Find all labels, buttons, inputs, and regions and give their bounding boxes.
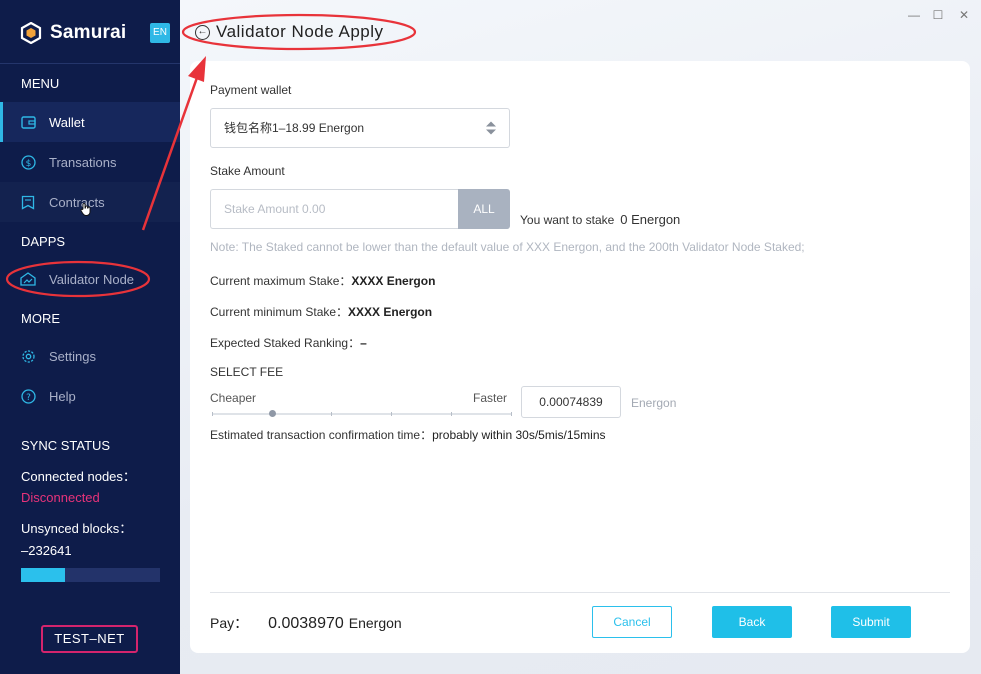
slider-tick <box>391 412 392 416</box>
pay-unit: Energon <box>348 615 402 631</box>
sidebar-divider <box>0 63 180 64</box>
sync-progress-fill <box>21 568 66 582</box>
submit-button[interactable]: Submit <box>831 606 911 638</box>
min-stake-row: Current minimum Stake：XXXX Energon <box>210 303 432 320</box>
select-fee-label: SELECT FEE <box>210 365 284 379</box>
min-stake-value: XXXX Energon <box>348 305 433 319</box>
slider-tick <box>212 412 213 416</box>
confirm-time-value: probably within 30s/5mis/15mins <box>432 428 606 442</box>
sync-progress-bar <box>21 568 160 582</box>
sidebar-item-label: Settings <box>49 348 96 364</box>
sync-status-title: SYNC STATUS <box>21 438 111 453</box>
confirm-time-label: Estimated transaction confirmation time： <box>210 428 433 442</box>
sort-arrows-icon <box>486 121 496 135</box>
want-to-stake-label: You want to stake <box>520 213 615 227</box>
close-button[interactable]: ✕ <box>956 8 972 22</box>
more-section-label: MORE <box>21 311 60 326</box>
faster-label: Faster <box>473 391 508 405</box>
payment-wallet-label: Payment wallet <box>210 83 292 97</box>
sidebar-item-transactions[interactable]: $ Transations <box>0 142 180 182</box>
wallet-icon <box>20 114 36 130</box>
ranking-row: Expected Staked Ranking：– <box>210 334 367 351</box>
sidebar-item-settings[interactable]: Settings <box>0 336 180 376</box>
pay-amount: 0.0038970 <box>268 615 344 632</box>
fee-input[interactable]: 0.00074839 <box>521 386 621 418</box>
brand: Samurai <box>20 20 126 46</box>
dollar-circle-icon: $ <box>20 154 36 170</box>
stake-amount-input[interactable]: Stake Amount 0.00 <box>210 189 458 229</box>
page-header: ← Validator Node Apply <box>195 20 384 44</box>
svg-text:$: $ <box>25 159 31 169</box>
slider-tick <box>451 412 452 416</box>
ranking-label: Expected Staked Ranking： <box>210 336 361 350</box>
sidebar: Samurai EN MENU Wallet $ Transations Con… <box>0 0 180 674</box>
back-arrow-icon[interactable]: ← <box>195 24 210 40</box>
slider-tick <box>331 412 332 416</box>
sidebar-item-validator-node[interactable]: Validator Node <box>0 259 180 299</box>
stake-amount-label: Stake Amount <box>210 164 285 178</box>
cheaper-label: Cheaper <box>210 391 257 405</box>
all-button[interactable]: ALL <box>458 189 510 229</box>
sidebar-item-wallet[interactable]: Wallet <box>0 102 180 142</box>
want-to-stake-value: 0 Energon <box>620 212 681 227</box>
max-stake-row: Current maximum Stake：XXXX Energon <box>210 272 435 289</box>
fee-unit: Energon <box>631 396 677 410</box>
hand-cursor-icon <box>80 203 91 216</box>
sidebar-item-contracts[interactable]: Contracts <box>0 182 180 222</box>
dapps-section-label: DAPPS <box>21 234 66 249</box>
footer-divider <box>210 592 950 593</box>
brand-name: Samurai <box>50 22 127 43</box>
sidebar-item-label: Transations <box>49 154 117 170</box>
connection-status: Disconnected <box>21 490 100 505</box>
confirm-time-row: Estimated transaction confirmation time：… <box>210 426 606 443</box>
language-switch[interactable]: EN <box>150 23 170 43</box>
apply-form-card: Payment wallet 钱包名称1–18.99 Energon Stake… <box>190 61 970 653</box>
payment-wallet-value: 钱包名称1–18.99 Energon <box>224 121 365 135</box>
page-title: Validator Node Apply <box>216 22 384 41</box>
main-panel: — ☐ ✕ ← Validator Node Apply Payment wal… <box>180 0 981 674</box>
max-stake-value: XXXX Energon <box>351 274 436 288</box>
sidebar-item-label: Validator Node <box>49 271 135 287</box>
sidebar-item-label: Help <box>49 388 76 404</box>
validator-icon <box>20 271 36 287</box>
fee-slider-handle[interactable] <box>269 410 276 417</box>
back-button[interactable]: Back <box>712 606 792 638</box>
svg-text:?: ? <box>26 393 31 403</box>
max-stake-label: Current maximum Stake： <box>210 274 352 288</box>
pay-label: Pay： <box>210 615 249 631</box>
menu-section-label: MENU <box>21 76 60 91</box>
maximize-button[interactable]: ☐ <box>930 8 946 22</box>
slider-tick <box>511 412 512 416</box>
network-badge[interactable]: TEST–NET <box>41 625 138 653</box>
pay-summary: Pay： 0.0038970 Energon <box>210 613 402 633</box>
payment-wallet-select[interactable]: 钱包名称1–18.99 Energon <box>210 108 510 148</box>
unsynced-blocks-value: –232641 <box>21 543 72 558</box>
sidebar-item-label: Contracts <box>49 194 105 210</box>
min-stake-label: Current minimum Stake： <box>210 305 349 319</box>
samurai-logo-icon <box>20 22 42 44</box>
contract-icon <box>20 194 36 210</box>
gear-icon <box>20 348 36 364</box>
minimize-button[interactable]: — <box>906 8 922 22</box>
unsynced-blocks-label: Unsynced blocks： <box>21 521 133 536</box>
fee-slider[interactable] <box>212 410 512 417</box>
connected-nodes-label: Connected nodes： <box>21 469 136 484</box>
sidebar-item-help[interactable]: ? Help <box>0 376 180 416</box>
stake-note: Note: The Staked cannot be lower than th… <box>210 240 805 254</box>
ranking-value: – <box>360 336 367 350</box>
cancel-button[interactable]: Cancel <box>592 606 672 638</box>
want-to-stake: You want to stake 0 Energon <box>520 212 680 227</box>
help-icon: ? <box>20 388 36 404</box>
sidebar-item-label: Wallet <box>49 114 85 130</box>
